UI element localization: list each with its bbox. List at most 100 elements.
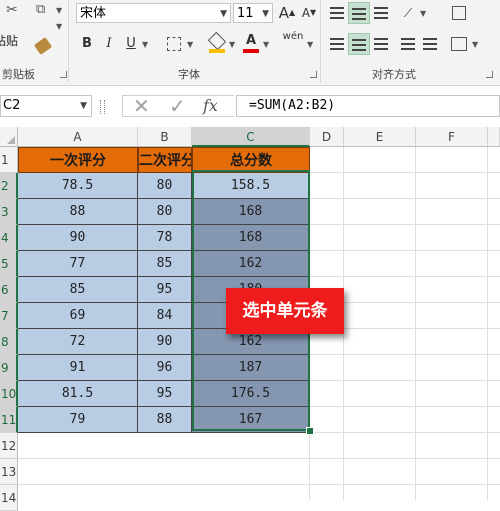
italic-button[interactable]: I (98, 33, 120, 55)
wrap-text-button[interactable] (448, 2, 470, 24)
cut-icon[interactable]: ✂ (6, 2, 18, 18)
phonetic-dropdown-icon[interactable]: ▼ (307, 40, 313, 49)
cell-a3[interactable]: 88 (18, 199, 138, 225)
copy-icon[interactable]: ⧉ (36, 2, 45, 17)
merge-dropdown-icon[interactable]: ▼ (472, 40, 478, 49)
column-header-d[interactable]: D (310, 127, 344, 147)
cell-b9[interactable]: 96 (138, 355, 192, 381)
shrink-font-button[interactable]: A▼ (298, 2, 320, 24)
paste-button[interactable]: 粘贴 (0, 30, 30, 60)
insert-function-button[interactable]: fx (203, 96, 218, 115)
fill-color-dropdown-icon[interactable]: ▼ (229, 40, 235, 49)
align-right-button[interactable] (370, 33, 392, 55)
align-middle-icon (352, 7, 366, 20)
row-header-10[interactable]: 10 (0, 381, 18, 407)
cell-b11[interactable]: 88 (138, 407, 192, 433)
cell-b4[interactable]: 78 (138, 225, 192, 251)
cell-b5[interactable]: 85 (138, 251, 192, 277)
cell-a8[interactable]: 72 (18, 329, 138, 355)
cell-a6[interactable]: 85 (18, 277, 138, 303)
cell-c4[interactable]: 168 (192, 225, 310, 251)
row-header-14[interactable]: 14 (0, 485, 18, 511)
row-header-12[interactable]: 12 (0, 433, 18, 459)
cell-c11[interactable]: 167 (192, 407, 310, 433)
cell-b2[interactable]: 80 (138, 173, 192, 199)
cell-b10[interactable]: 95 (138, 381, 192, 407)
row-header-13[interactable]: 13 (0, 459, 18, 485)
cell-c5[interactable]: 162 (192, 251, 310, 277)
border-dropdown-icon[interactable]: ▼ (187, 40, 193, 49)
header-cell-b1[interactable]: 二次评分 (138, 147, 192, 173)
cell-a11[interactable]: 79 (18, 407, 138, 433)
select-all-corner[interactable] (0, 127, 18, 147)
row-header-9[interactable]: 9 (0, 355, 18, 381)
formula-input[interactable]: =SUM(A2:B2) (236, 95, 500, 117)
chevron-down-icon[interactable]: ▼ (80, 96, 87, 116)
font-color-dropdown-icon[interactable]: ▼ (263, 40, 269, 49)
underline-button[interactable]: U (120, 33, 142, 55)
header-cell-c1[interactable]: 总分数 (192, 147, 310, 173)
align-top-button[interactable] (326, 2, 348, 24)
merge-center-button[interactable] (448, 33, 470, 55)
column-header-f[interactable]: F (416, 127, 488, 147)
fill-color-icon[interactable] (206, 30, 228, 53)
gridline-f (487, 147, 488, 500)
name-box[interactable]: C2 ▼ (0, 95, 92, 117)
cell-a4[interactable]: 90 (18, 225, 138, 251)
ribbon-separator (68, 0, 69, 82)
cell-c10[interactable]: 176.5 (192, 381, 310, 407)
row-header-3[interactable]: 3 (0, 199, 18, 225)
cell-b3[interactable]: 80 (138, 199, 192, 225)
row-header-7[interactable]: 7 (0, 303, 18, 329)
row-header-6[interactable]: 6 (0, 277, 18, 303)
font-size-select[interactable]: 11 ▼ (233, 3, 273, 23)
column-header-e[interactable]: E (344, 127, 416, 147)
paste-dropdown-icon[interactable]: ▼ (56, 22, 62, 31)
font-launcher-icon[interactable] (310, 71, 317, 78)
cell-a9[interactable]: 91 (18, 355, 138, 381)
align-middle-button[interactable] (348, 2, 370, 24)
font-color-button[interactable]: A (240, 30, 262, 53)
font-family-select[interactable]: 宋体 ▼ (76, 3, 231, 23)
cell-c2[interactable]: 158.5 (192, 173, 310, 199)
format-painter-icon[interactable] (33, 37, 53, 55)
copy-dropdown-icon[interactable]: ▼ (56, 6, 62, 15)
cell-a5[interactable]: 77 (18, 251, 138, 277)
column-header-c[interactable]: C (192, 127, 310, 147)
border-icon[interactable] (163, 33, 185, 55)
row-header-11[interactable]: 11 (0, 407, 18, 433)
row-header-5[interactable]: 5 (0, 251, 18, 277)
cell-b8[interactable]: 90 (138, 329, 192, 355)
column-header-a[interactable]: A (18, 127, 138, 147)
row-header-4[interactable]: 4 (0, 225, 18, 251)
orientation-button[interactable]: ⟋ (397, 2, 419, 24)
column-header-b[interactable]: B (138, 127, 192, 147)
alignment-launcher-icon[interactable] (486, 71, 493, 78)
grow-font-button[interactable]: A▲ (276, 2, 298, 24)
cell-a7[interactable]: 69 (18, 303, 138, 329)
header-cell-a1[interactable]: 一次评分 (18, 147, 138, 173)
decrease-indent-button[interactable] (397, 33, 419, 55)
align-left-button[interactable] (326, 33, 348, 55)
increase-indent-button[interactable] (419, 33, 441, 55)
row-header-1[interactable]: 1 (0, 147, 18, 173)
cell-b7[interactable]: 84 (138, 303, 192, 329)
cell-a2[interactable]: 78.5 (18, 173, 138, 199)
formula-bar-grip[interactable] (100, 100, 105, 114)
orientation-dropdown-icon[interactable]: ▼ (420, 9, 426, 18)
check-icon[interactable]: ✓ (169, 94, 186, 118)
cancel-icon[interactable]: ✕ (133, 94, 150, 118)
row-header-8[interactable]: 8 (0, 329, 18, 355)
align-bottom-button[interactable] (370, 2, 392, 24)
align-center-button[interactable] (348, 33, 370, 55)
clipboard-launcher-icon[interactable] (60, 71, 67, 78)
cell-c9[interactable]: 187 (192, 355, 310, 381)
cell-a10[interactable]: 81.5 (18, 381, 138, 407)
cell-b6[interactable]: 95 (138, 277, 192, 303)
row-header-2[interactable]: 2 (0, 173, 18, 199)
underline-dropdown-icon[interactable]: ▼ (142, 40, 148, 49)
phonetic-button[interactable]: wén (282, 30, 304, 52)
bold-button[interactable]: B (76, 33, 98, 55)
cell-c3[interactable]: 168 (192, 199, 310, 225)
fill-handle[interactable] (306, 427, 314, 435)
